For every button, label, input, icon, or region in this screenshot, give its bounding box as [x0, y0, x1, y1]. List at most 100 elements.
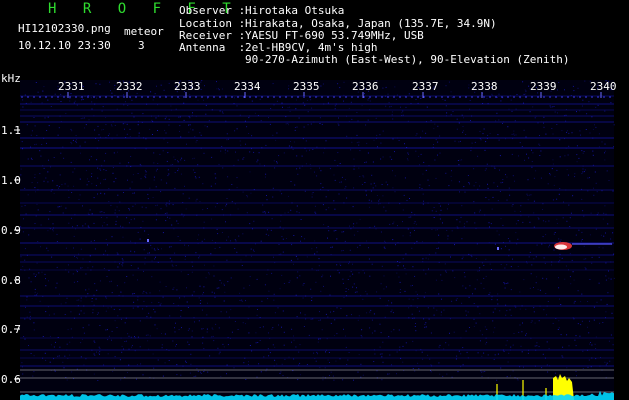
noise-dot	[311, 297, 313, 299]
noise-dot	[260, 371, 262, 373]
noise-dot	[134, 192, 135, 194]
noise-dot	[611, 312, 613, 314]
noise-dot	[391, 364, 392, 366]
noise-dot	[463, 130, 464, 132]
noise-dot	[493, 331, 495, 333]
noise-dot	[236, 105, 238, 107]
noise-dot	[330, 371, 332, 373]
noise-dot	[341, 250, 343, 252]
noise-dot	[549, 173, 551, 174]
noise-dot	[506, 340, 508, 342]
noise-dot	[468, 87, 470, 89]
noise-dot	[297, 258, 299, 260]
noise-dot	[585, 258, 587, 260]
noise-dot	[68, 222, 70, 224]
noise-dot	[34, 187, 36, 189]
noise-dot	[472, 293, 473, 295]
noise-dot	[154, 258, 156, 260]
noise-dot	[565, 265, 567, 267]
noise-dot	[219, 246, 221, 248]
noise-dot	[62, 146, 64, 148]
noise-dot	[31, 130, 33, 132]
noise-dot	[396, 351, 398, 353]
noise-dot	[605, 364, 607, 366]
noise-dot	[47, 250, 49, 252]
noise-dot	[571, 259, 573, 261]
noise-dot	[96, 159, 98, 161]
noise-dot	[379, 323, 381, 325]
noise-dot	[316, 175, 318, 177]
noise-dot	[435, 210, 437, 212]
noise-dot	[489, 133, 491, 134]
noise-dot	[175, 322, 176, 324]
noise-dot	[109, 281, 111, 283]
noise-dot	[592, 150, 594, 152]
noise-dot	[226, 373, 227, 375]
noise-dot	[417, 298, 419, 300]
noise-dot	[106, 224, 108, 226]
noise-dot	[283, 283, 285, 284]
noise-dot	[144, 257, 146, 259]
meteor-label: meteor	[124, 25, 164, 38]
noise-dot	[33, 329, 35, 331]
noise-dot	[416, 133, 418, 135]
noise-dot	[50, 344, 52, 346]
noise-dot	[291, 328, 293, 330]
noise-dot	[373, 361, 375, 362]
noise-dot	[185, 208, 187, 210]
noise-dot	[587, 366, 589, 368]
noise-dot	[276, 132, 278, 134]
noise-dot	[185, 362, 187, 363]
noise-dot	[114, 209, 116, 211]
noise-dot	[33, 371, 35, 373]
noise-dot	[357, 120, 359, 122]
noise-dot	[26, 316, 28, 318]
noise-dot	[204, 85, 205, 87]
noise-dot	[299, 362, 301, 364]
noise-dot	[348, 107, 350, 109]
noise-dot	[268, 290, 270, 292]
noise-dot	[412, 266, 414, 268]
noise-dot	[143, 290, 145, 292]
noise-dot	[319, 367, 321, 369]
noise-dot	[384, 247, 386, 249]
noise-dot	[194, 321, 195, 323]
noise-dot	[35, 274, 37, 276]
noise-dot	[107, 329, 108, 331]
noise-dot	[163, 138, 165, 140]
noise-dot	[127, 105, 129, 106]
noise-dot	[507, 361, 509, 363]
noise-dot	[521, 146, 523, 147]
noise-dot	[169, 246, 170, 248]
noise-dot	[449, 332, 450, 334]
noise-dot	[374, 353, 376, 355]
noise-dot	[79, 145, 81, 147]
noise-dot	[124, 122, 126, 124]
noise-dot	[199, 132, 201, 134]
noise-dot	[295, 346, 297, 348]
noise-dot	[425, 169, 427, 171]
noise-dot	[187, 274, 189, 275]
noise-dot	[246, 212, 248, 214]
noise-dot	[537, 217, 539, 219]
noise-dot	[195, 177, 197, 179]
noise-dot	[80, 118, 82, 120]
noise-dot	[358, 144, 360, 146]
noise-dot	[146, 316, 148, 318]
noise-dot	[138, 135, 140, 137]
noise-dot	[506, 176, 508, 178]
noise-dot	[151, 119, 153, 121]
noise-dot	[566, 334, 568, 336]
noise-dot	[27, 194, 29, 196]
noise-dot	[123, 104, 125, 106]
noise-dot	[463, 186, 465, 188]
noise-dot	[593, 194, 595, 196]
noise-dot	[184, 185, 185, 187]
noise-dot	[160, 191, 162, 193]
noise-dot	[568, 145, 570, 147]
noise-dot	[310, 288, 312, 290]
noise-dot	[226, 239, 228, 241]
noise-dot	[221, 111, 223, 113]
noise-dot	[504, 283, 506, 285]
noise-dot	[124, 128, 125, 130]
